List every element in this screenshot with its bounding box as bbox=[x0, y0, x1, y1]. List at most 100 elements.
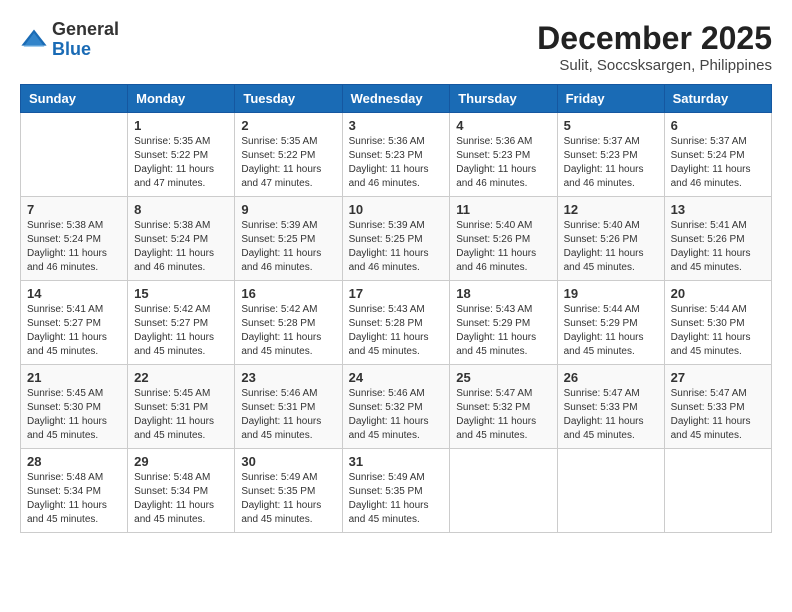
day-info: Sunrise: 5:42 AMSunset: 5:28 PMDaylight:… bbox=[241, 303, 335, 359]
day-of-week-header: Friday bbox=[557, 85, 664, 113]
day-of-week-header: Sunday bbox=[21, 85, 128, 113]
day-number: 29 bbox=[134, 454, 228, 469]
day-number: 25 bbox=[456, 370, 550, 385]
day-info: Sunrise: 5:47 AMSunset: 5:33 PMDaylight:… bbox=[564, 387, 658, 443]
calendar-cell: 15 Sunrise: 5:42 AMSunset: 5:27 PMDayligh… bbox=[128, 281, 235, 365]
day-number: 9 bbox=[241, 202, 335, 217]
calendar-cell: 31 Sunrise: 5:49 AMSunset: 5:35 PMDayligh… bbox=[342, 449, 450, 533]
day-info: Sunrise: 5:46 AMSunset: 5:32 PMDaylight:… bbox=[349, 387, 444, 443]
day-info: Sunrise: 5:38 AMSunset: 5:24 PMDaylight:… bbox=[27, 219, 121, 275]
day-info: Sunrise: 5:43 AMSunset: 5:28 PMDaylight:… bbox=[349, 303, 444, 359]
calendar-cell: 29 Sunrise: 5:48 AMSunset: 5:34 PMDayligh… bbox=[128, 449, 235, 533]
logo-blue: Blue bbox=[52, 40, 119, 60]
title-section: December 2025 Sulit, Soccsksargen, Phili… bbox=[537, 20, 772, 74]
logo-general: General bbox=[52, 20, 119, 40]
day-number: 26 bbox=[564, 370, 658, 385]
day-info: Sunrise: 5:40 AMSunset: 5:26 PMDaylight:… bbox=[564, 219, 658, 275]
day-info: Sunrise: 5:48 AMSunset: 5:34 PMDaylight:… bbox=[134, 471, 228, 527]
day-number: 31 bbox=[349, 454, 444, 469]
calendar-cell bbox=[664, 449, 771, 533]
day-of-week-header: Monday bbox=[128, 85, 235, 113]
calendar-cell: 13 Sunrise: 5:41 AMSunset: 5:26 PMDayligh… bbox=[664, 197, 771, 281]
day-number: 8 bbox=[134, 202, 228, 217]
day-number: 4 bbox=[456, 118, 550, 133]
day-number: 30 bbox=[241, 454, 335, 469]
day-info: Sunrise: 5:35 AMSunset: 5:22 PMDaylight:… bbox=[134, 135, 228, 191]
calendar-cell: 23 Sunrise: 5:46 AMSunset: 5:31 PMDayligh… bbox=[235, 365, 342, 449]
day-info: Sunrise: 5:46 AMSunset: 5:31 PMDaylight:… bbox=[241, 387, 335, 443]
calendar-cell: 2 Sunrise: 5:35 AMSunset: 5:22 PMDaylight… bbox=[235, 113, 342, 197]
day-info: Sunrise: 5:43 AMSunset: 5:29 PMDaylight:… bbox=[456, 303, 550, 359]
day-info: Sunrise: 5:44 AMSunset: 5:30 PMDaylight:… bbox=[671, 303, 765, 359]
calendar-cell: 7 Sunrise: 5:38 AMSunset: 5:24 PMDaylight… bbox=[21, 197, 128, 281]
day-number: 10 bbox=[349, 202, 444, 217]
calendar-cell: 12 Sunrise: 5:40 AMSunset: 5:26 PMDayligh… bbox=[557, 197, 664, 281]
calendar-cell: 22 Sunrise: 5:45 AMSunset: 5:31 PMDayligh… bbox=[128, 365, 235, 449]
logo: General Blue bbox=[20, 20, 119, 60]
calendar-cell: 3 Sunrise: 5:36 AMSunset: 5:23 PMDaylight… bbox=[342, 113, 450, 197]
day-number: 15 bbox=[134, 286, 228, 301]
month-title: December 2025 bbox=[537, 20, 772, 57]
day-info: Sunrise: 5:45 AMSunset: 5:31 PMDaylight:… bbox=[134, 387, 228, 443]
calendar-cell: 9 Sunrise: 5:39 AMSunset: 5:25 PMDaylight… bbox=[235, 197, 342, 281]
day-info: Sunrise: 5:47 AMSunset: 5:32 PMDaylight:… bbox=[456, 387, 550, 443]
day-number: 13 bbox=[671, 202, 765, 217]
day-info: Sunrise: 5:38 AMSunset: 5:24 PMDaylight:… bbox=[134, 219, 228, 275]
calendar-cell: 17Sunrise: 5:43 AMSunset: 5:28 PMDayligh… bbox=[342, 281, 450, 365]
calendar-cell: 4 Sunrise: 5:36 AMSunset: 5:23 PMDaylight… bbox=[450, 113, 557, 197]
logo-text: General Blue bbox=[52, 20, 119, 60]
day-of-week-header: Wednesday bbox=[342, 85, 450, 113]
day-info: Sunrise: 5:41 AMSunset: 5:27 PMDaylight:… bbox=[27, 303, 121, 359]
day-info: Sunrise: 5:49 AMSunset: 5:35 PMDaylight:… bbox=[349, 471, 444, 527]
day-number: 18 bbox=[456, 286, 550, 301]
day-of-week-header: Saturday bbox=[664, 85, 771, 113]
day-number: 23 bbox=[241, 370, 335, 385]
day-number: 3 bbox=[349, 118, 444, 133]
day-number: 22 bbox=[134, 370, 228, 385]
day-number: 12 bbox=[564, 202, 658, 217]
day-info: Sunrise: 5:42 AMSunset: 5:27 PMDaylight:… bbox=[134, 303, 228, 359]
day-number: 11 bbox=[456, 202, 550, 217]
calendar-cell: 30Sunrise: 5:49 AMSunset: 5:35 PMDayligh… bbox=[235, 449, 342, 533]
day-number: 7 bbox=[27, 202, 121, 217]
calendar-cell bbox=[21, 113, 128, 197]
day-info: Sunrise: 5:40 AMSunset: 5:26 PMDaylight:… bbox=[456, 219, 550, 275]
calendar-cell: 26 Sunrise: 5:47 AMSunset: 5:33 PMDayligh… bbox=[557, 365, 664, 449]
day-info: Sunrise: 5:44 AMSunset: 5:29 PMDaylight:… bbox=[564, 303, 658, 359]
day-info: Sunrise: 5:41 AMSunset: 5:26 PMDaylight:… bbox=[671, 219, 765, 275]
day-info: Sunrise: 5:36 AMSunset: 5:23 PMDaylight:… bbox=[456, 135, 550, 191]
logo-icon bbox=[20, 26, 48, 54]
location-title: Sulit, Soccsksargen, Philippines bbox=[537, 57, 772, 74]
calendar-cell: 20 Sunrise: 5:44 AMSunset: 5:30 PMDayligh… bbox=[664, 281, 771, 365]
day-info: Sunrise: 5:47 AMSunset: 5:33 PMDaylight:… bbox=[671, 387, 765, 443]
calendar-cell: 27 Sunrise: 5:47 AMSunset: 5:33 PMDayligh… bbox=[664, 365, 771, 449]
day-info: Sunrise: 5:35 AMSunset: 5:22 PMDaylight:… bbox=[241, 135, 335, 191]
calendar-cell bbox=[450, 449, 557, 533]
calendar-cell: 1 Sunrise: 5:35 AMSunset: 5:22 PMDaylight… bbox=[128, 113, 235, 197]
day-info: Sunrise: 5:37 AMSunset: 5:24 PMDaylight:… bbox=[671, 135, 765, 191]
calendar-cell: 24Sunrise: 5:46 AMSunset: 5:32 PMDayligh… bbox=[342, 365, 450, 449]
calendar-week-row: 1 Sunrise: 5:35 AMSunset: 5:22 PMDaylight… bbox=[21, 113, 772, 197]
day-number: 1 bbox=[134, 118, 228, 133]
day-number: 27 bbox=[671, 370, 765, 385]
day-number: 5 bbox=[564, 118, 658, 133]
calendar-table: SundayMondayTuesdayWednesdayThursdayFrid… bbox=[20, 84, 772, 533]
day-of-week-header: Thursday bbox=[450, 85, 557, 113]
day-info: Sunrise: 5:36 AMSunset: 5:23 PMDaylight:… bbox=[349, 135, 444, 191]
day-number: 21 bbox=[27, 370, 121, 385]
calendar-cell bbox=[557, 449, 664, 533]
calendar-cell: 8 Sunrise: 5:38 AMSunset: 5:24 PMDaylight… bbox=[128, 197, 235, 281]
calendar-week-row: 21Sunrise: 5:45 AMSunset: 5:30 PMDayligh… bbox=[21, 365, 772, 449]
day-number: 16 bbox=[241, 286, 335, 301]
day-info: Sunrise: 5:39 AMSunset: 5:25 PMDaylight:… bbox=[241, 219, 335, 275]
day-of-week-header: Tuesday bbox=[235, 85, 342, 113]
calendar-week-row: 28 Sunrise: 5:48 AMSunset: 5:34 PMDayligh… bbox=[21, 449, 772, 533]
day-info: Sunrise: 5:48 AMSunset: 5:34 PMDaylight:… bbox=[27, 471, 121, 527]
day-number: 6 bbox=[671, 118, 765, 133]
day-info: Sunrise: 5:37 AMSunset: 5:23 PMDaylight:… bbox=[564, 135, 658, 191]
day-number: 2 bbox=[241, 118, 335, 133]
calendar-week-row: 14Sunrise: 5:41 AMSunset: 5:27 PMDayligh… bbox=[21, 281, 772, 365]
day-number: 28 bbox=[27, 454, 121, 469]
day-number: 20 bbox=[671, 286, 765, 301]
calendar-cell: 19Sunrise: 5:44 AMSunset: 5:29 PMDayligh… bbox=[557, 281, 664, 365]
